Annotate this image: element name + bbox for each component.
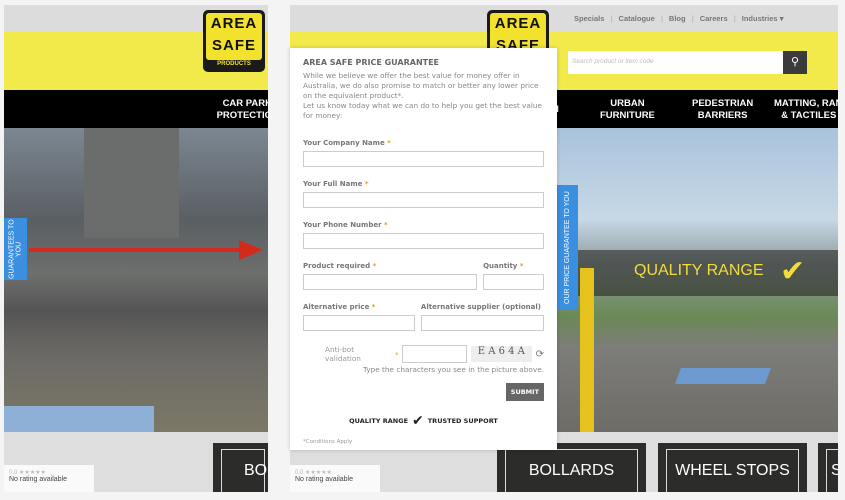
full-name-input[interactable] — [303, 192, 544, 208]
arrow — [29, 248, 259, 252]
quantity-input[interactable] — [483, 274, 544, 290]
refresh-icon[interactable]: ⟳ — [536, 349, 544, 360]
price-guarantee-tab[interactable]: GUARANTEES TO YOU — [4, 218, 27, 280]
modal-title: AREA SAFE PRICE GUARANTEE — [303, 58, 440, 67]
quality-range-badge: QUALITY RANGE — [349, 417, 409, 425]
link-industries[interactable]: Industries ▾ — [742, 14, 784, 23]
label: Product required * — [303, 262, 377, 270]
tile-wheel-stops[interactable]: WHEEL STOPS — [658, 443, 807, 492]
logo-text: SAFE — [211, 37, 256, 54]
arrow-head-icon — [239, 240, 263, 260]
captcha-input[interactable] — [402, 345, 468, 363]
label: Quantity * — [483, 262, 524, 270]
label: Your Full Name * — [303, 180, 369, 188]
nav-car-park[interactable]: CAR PARK PROTECTIO — [217, 98, 268, 122]
tile-bollards[interactable]: BOLLARDS — [497, 443, 646, 492]
product-input[interactable] — [303, 274, 478, 290]
left-screenshot: AREA SAFE PRODUCTS CAR PARK PROTECTIO GUAR… — [4, 5, 268, 492]
banner-band: QUALITY RANGE ✔ — [558, 250, 838, 296]
disabled-parking — [675, 368, 771, 384]
logo-text: AREA — [210, 15, 258, 32]
category-tile[interactable]: S — [818, 443, 838, 492]
logo[interactable]: AREA SAFE PRODUCTS — [203, 10, 265, 72]
hero-photo — [4, 128, 268, 432]
captcha-image: E A 6 4 A — [471, 346, 532, 362]
logo-text: PRODUCTS — [217, 61, 251, 67]
quality-range-banner: QUALITY RANGE — [634, 262, 764, 279]
modal-intro: Let us know today what we can do to help… — [303, 101, 542, 120]
tile-label: S — [826, 449, 838, 492]
label: Your Company Name * — [303, 139, 391, 147]
company-name-input[interactable] — [303, 151, 544, 167]
alt-supplier-input[interactable] — [420, 315, 544, 331]
check-laurel-icon: ✔ — [412, 413, 424, 429]
link-catalogue[interactable]: Catalogue — [619, 14, 655, 23]
rating-score: 0.0 ★★★★★ — [9, 470, 46, 476]
alt-price-input[interactable] — [303, 315, 415, 331]
label: Alternative price * — [303, 303, 376, 311]
rating-widget[interactable]: 0.0 ★★★★★ No rating available — [290, 465, 380, 492]
top-bar: Specials | Catalogue | Blog | Careers | Indu… — [290, 5, 838, 32]
tile-label: BO — [221, 449, 267, 492]
price-guarantee-tab[interactable]: OUR PRICE GUARANTEE TO YOU — [557, 185, 578, 310]
building — [84, 128, 179, 238]
rating-text: No rating available — [295, 476, 353, 483]
link-careers[interactable]: Careers — [700, 14, 728, 23]
search-button[interactable]: ⚲ — [783, 51, 807, 74]
antibot-label: Anti-bot validation — [325, 345, 361, 363]
price-guarantee-modal: AREA SAFE PRICE GUARANTEE While we belie… — [290, 48, 557, 450]
nav-urban-furniture[interactable]: URBAN FURNITURE — [600, 98, 655, 122]
phone-input[interactable] — [303, 233, 544, 249]
captcha-hint: Type the characters you see in the pictu… — [362, 365, 544, 374]
check-laurel-icon: ✔ — [780, 255, 806, 288]
link-specials[interactable]: Specials — [574, 14, 604, 23]
rating-text: No rating available — [9, 476, 67, 483]
label: Alternative supplier (optional) — [420, 303, 541, 311]
conditions-note: *Conditions Apply — [303, 439, 353, 445]
submit-button[interactable]: SUBMIT — [505, 383, 544, 401]
search-icon: ⚲ — [790, 56, 800, 68]
nav-pedestrian-barriers[interactable]: PEDESTRIAN BARRIERS — [692, 98, 753, 122]
label: Your Phone Number * — [303, 221, 388, 229]
trusted-support-badge: TRUSTED SUPPORT — [427, 417, 498, 425]
tile-label: WHEEL STOPS — [666, 449, 799, 492]
bollard — [580, 268, 594, 433]
rating-widget[interactable]: 0.0 ★★★★★ No rating available — [4, 465, 94, 492]
rating-score: 0.0 ★★★★★ — [295, 470, 332, 476]
main-nav: CAR PARK PROTECTIO — [4, 90, 268, 128]
link-blog[interactable]: Blog — [669, 14, 686, 23]
modal-intro: While we believe we offer the best value… — [303, 71, 539, 100]
disabled-parking — [4, 406, 154, 432]
tile-label: BOLLARDS — [505, 449, 638, 492]
logo-text: AREA — [494, 15, 542, 32]
search-input[interactable]: Search product or item code — [568, 51, 783, 74]
category-tile[interactable]: BO — [213, 443, 268, 492]
nav-matting[interactable]: MATTING, RAM & TACTILES — [774, 98, 838, 122]
